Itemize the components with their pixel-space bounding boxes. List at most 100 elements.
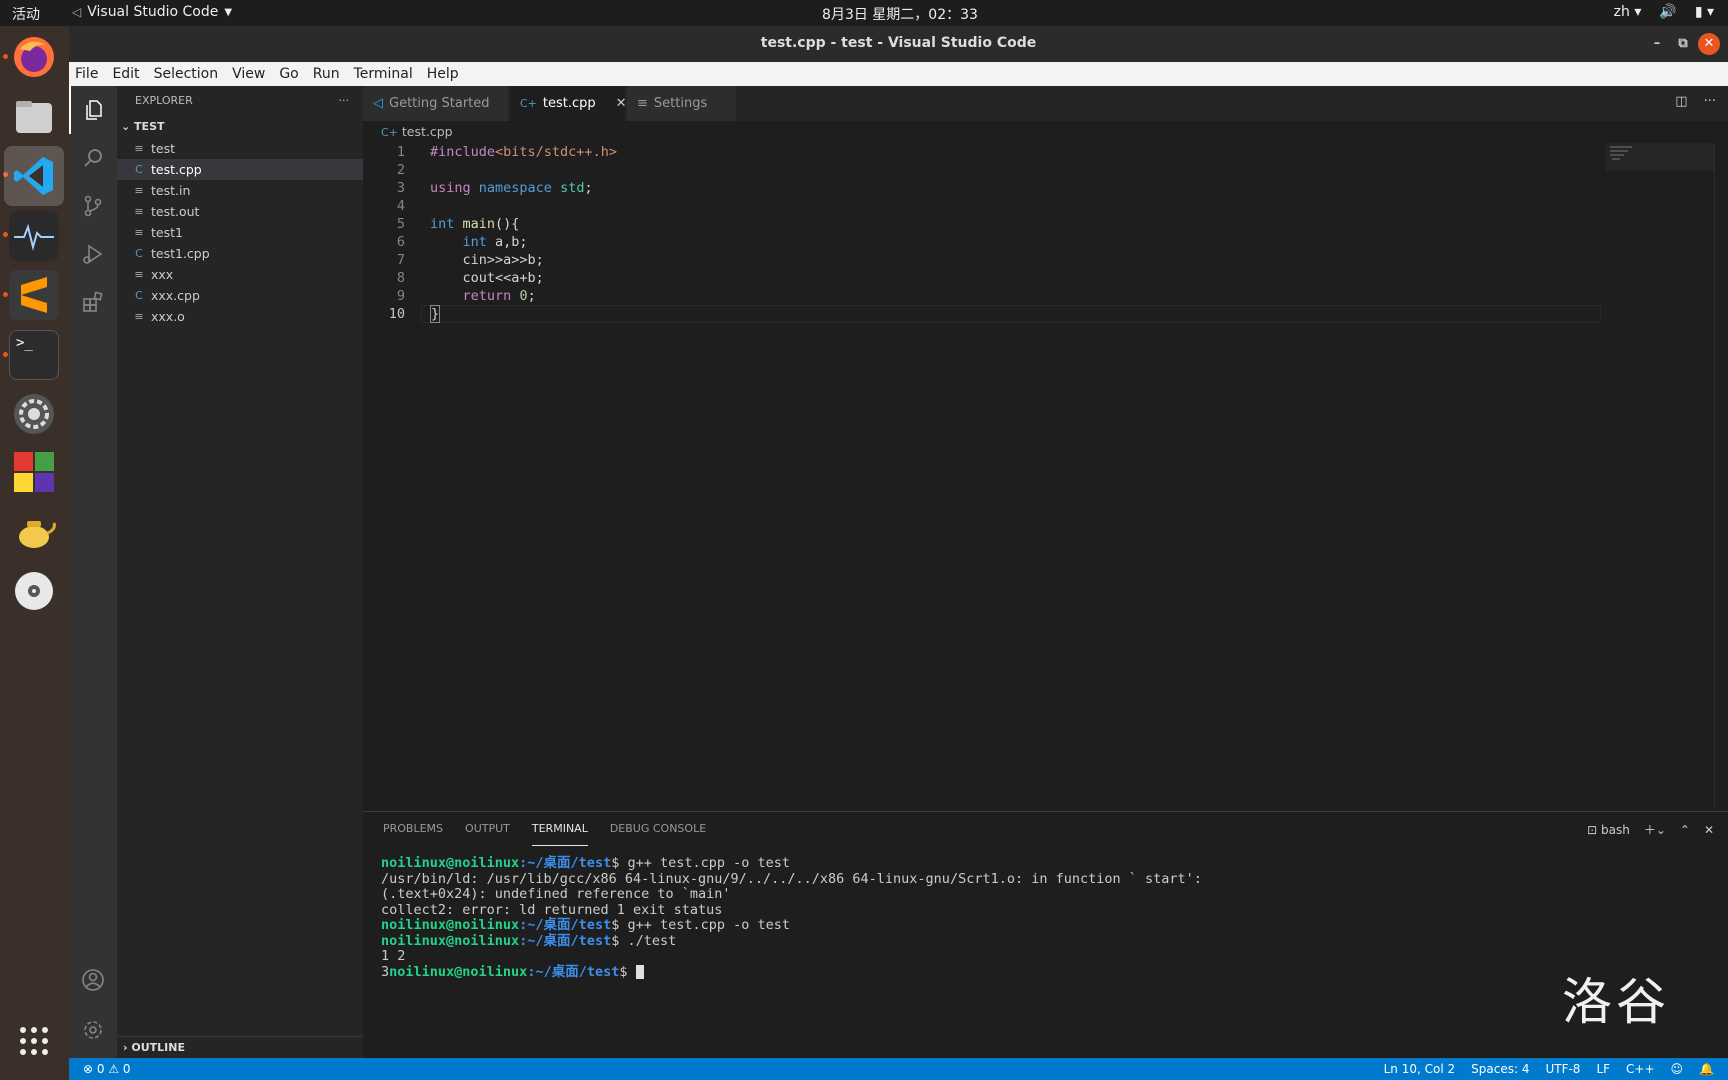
show-applications-icon[interactable] (9, 1016, 59, 1066)
run-debug-icon[interactable] (69, 230, 117, 278)
terminal-icon[interactable]: >_ (9, 330, 59, 380)
minimize-button[interactable]: – (1646, 33, 1668, 55)
terminal-line: collect2: error: ld returned 1 exit stat… (381, 902, 1202, 919)
tab-output[interactable]: OUTPUT (465, 812, 510, 846)
menu-view[interactable]: View (232, 66, 265, 82)
language-mode[interactable]: C++ (1626, 1058, 1655, 1080)
outline-section[interactable]: › OUTLINE (117, 1036, 363, 1058)
teapot-icon[interactable] (9, 506, 59, 556)
explorer-file-item[interactable]: Ctest1.cpp (117, 243, 363, 264)
dock: >_ (0, 26, 69, 1080)
folder-root[interactable]: ⌄ TEST (117, 116, 363, 138)
menu-edit[interactable]: Edit (112, 66, 139, 82)
bottom-panel: PROBLEMS OUTPUT TERMINAL DEBUG CONSOLE ⊡… (363, 811, 1728, 1058)
menu-file[interactable]: File (75, 66, 98, 82)
code-line: 4 (363, 197, 1603, 215)
explorer-file-item[interactable]: ≡ test (117, 138, 363, 159)
menu-terminal[interactable]: Terminal (354, 66, 413, 82)
menu-go[interactable]: Go (279, 66, 298, 82)
tab-getting-started[interactable]: ◁ Getting Started (363, 86, 509, 121)
explorer-file-item[interactable]: ≡ xxx (117, 264, 363, 285)
code-editor[interactable]: 1 #include<bits/stdc++.h> 2 3 using namesp… (363, 143, 1728, 811)
breadcrumb-file: test.cpp (401, 124, 453, 139)
close-icon[interactable]: ✕ (616, 86, 627, 121)
explorer-file-item[interactable]: Ctest.cpp (117, 159, 363, 180)
cpp-icon: C (135, 247, 143, 260)
breadcrumb[interactable]: C+ test.cpp (363, 121, 1728, 143)
notifications-bell-icon[interactable]: 🔔 (1699, 1058, 1714, 1080)
explorer-file-item[interactable]: Cxxx.cpp (117, 285, 363, 306)
vscode-small-icon: ◁ (373, 96, 383, 111)
more-actions-icon[interactable]: ··· (1704, 94, 1716, 109)
firefox-icon[interactable] (9, 32, 59, 82)
editor-scrollbar[interactable] (1714, 143, 1728, 811)
close-panel-icon[interactable]: ✕ (1704, 823, 1714, 837)
explorer-file-item[interactable]: ≡ xxx.o (117, 306, 363, 327)
terminal-icon: ⊡ (1587, 822, 1598, 837)
extensions-icon[interactable] (69, 278, 117, 326)
minimap[interactable] (1606, 143, 1716, 171)
tab-debug-console[interactable]: DEBUG CONSOLE (610, 812, 706, 846)
line-number: 1 (396, 144, 405, 160)
terminal-command: $ g++ test.cpp -o test (611, 855, 791, 871)
prompt-path: :~/桌面/test (519, 917, 612, 933)
settings-app-icon[interactable] (9, 389, 59, 439)
system-monitor-icon[interactable] (9, 211, 59, 261)
sublime-text-icon[interactable] (9, 270, 59, 320)
search-icon[interactable] (69, 134, 117, 182)
panel-tabs: PROBLEMS OUTPUT TERMINAL DEBUG CONSOLE (363, 812, 1728, 846)
editor-actions: ◫ ··· (1675, 94, 1716, 109)
clock[interactable]: 8月3日 星期二，02：33 (0, 4, 1728, 24)
tab-settings[interactable]: ≡ Settings (627, 86, 737, 121)
line-number: 9 (396, 288, 405, 304)
tab-test-cpp[interactable]: C+ test.cpp ✕ (510, 86, 627, 121)
files-icon[interactable] (9, 92, 59, 142)
account-icon[interactable] (69, 956, 117, 1004)
input-method-indicator[interactable]: zh ▾ (1614, 4, 1642, 20)
volume-icon[interactable]: 🔊 (1659, 4, 1676, 20)
vscode-icon[interactable] (9, 151, 59, 201)
line-number: 7 (396, 252, 405, 268)
battery-icon[interactable]: ▮ ▾ (1695, 4, 1714, 20)
new-terminal-button[interactable]: ＋⌄ (1644, 821, 1666, 838)
tab-terminal[interactable]: TERMINAL (531, 812, 588, 846)
more-actions-icon[interactable]: ··· (339, 86, 350, 116)
maximize-panel-icon[interactable]: ⌃ (1680, 823, 1690, 837)
file-lines-icon: ≡ (134, 226, 144, 239)
window-title-bar: test.cpp - test - Visual Studio Code – ⧉… (69, 26, 1728, 62)
close-window-button[interactable]: ✕ (1698, 33, 1720, 55)
feedback-icon[interactable]: ☺ (1671, 1058, 1684, 1080)
cursor-position[interactable]: Ln 10, Col 2 (1384, 1058, 1456, 1080)
source-control-icon[interactable] (69, 182, 117, 230)
explorer-file-item[interactable]: ≡ test.in (117, 180, 363, 201)
problems-status[interactable]: ⊗ 0 ⚠ 0 (83, 1058, 131, 1080)
tab-problems[interactable]: PROBLEMS (383, 812, 443, 846)
code-line: 10} (363, 305, 1603, 323)
explorer-file-item[interactable]: ≡ test.out (117, 201, 363, 222)
terminal-selector[interactable]: ⊡ bash (1587, 823, 1630, 837)
code-text: return 0; (462, 288, 536, 304)
explorer-icon[interactable] (69, 86, 117, 134)
status-bar: ⊗ 0 ⚠ 0 Ln 10, Col 2 Spaces: 4 UTF-8 LF … (69, 1058, 1728, 1080)
split-editor-icon[interactable]: ◫ (1675, 94, 1687, 109)
menu-run[interactable]: Run (313, 66, 340, 82)
system-tray: zh ▾ 🔊 ▮ ▾ (1614, 4, 1714, 20)
folder-root-label: TEST (134, 120, 165, 133)
disc-icon[interactable] (9, 566, 59, 616)
file-name: test1 (151, 225, 183, 240)
indentation-status[interactable]: Spaces: 4 (1471, 1058, 1529, 1080)
terminal-line: 1 2 (381, 948, 1202, 965)
terminal-output[interactable]: noilinux@noilinux:~/桌面/test$ g++ test.cp… (381, 855, 1202, 980)
explorer-file-item[interactable]: ≡ test1 (117, 222, 363, 243)
encoding-status[interactable]: UTF-8 (1545, 1058, 1580, 1080)
eol-status[interactable]: LF (1596, 1058, 1610, 1080)
menu-selection[interactable]: Selection (154, 66, 219, 82)
manage-gear-icon[interactable] (69, 1006, 117, 1054)
code-text: } (430, 305, 441, 323)
file-lines-icon: ≡ (134, 205, 144, 218)
maximize-button[interactable]: ⧉ (1672, 33, 1694, 55)
menu-help[interactable]: Help (427, 66, 459, 82)
app-grid-tiles-icon[interactable] (9, 447, 59, 497)
chevron-down-icon: ⌄ (121, 120, 135, 133)
file-name: test (151, 141, 176, 156)
